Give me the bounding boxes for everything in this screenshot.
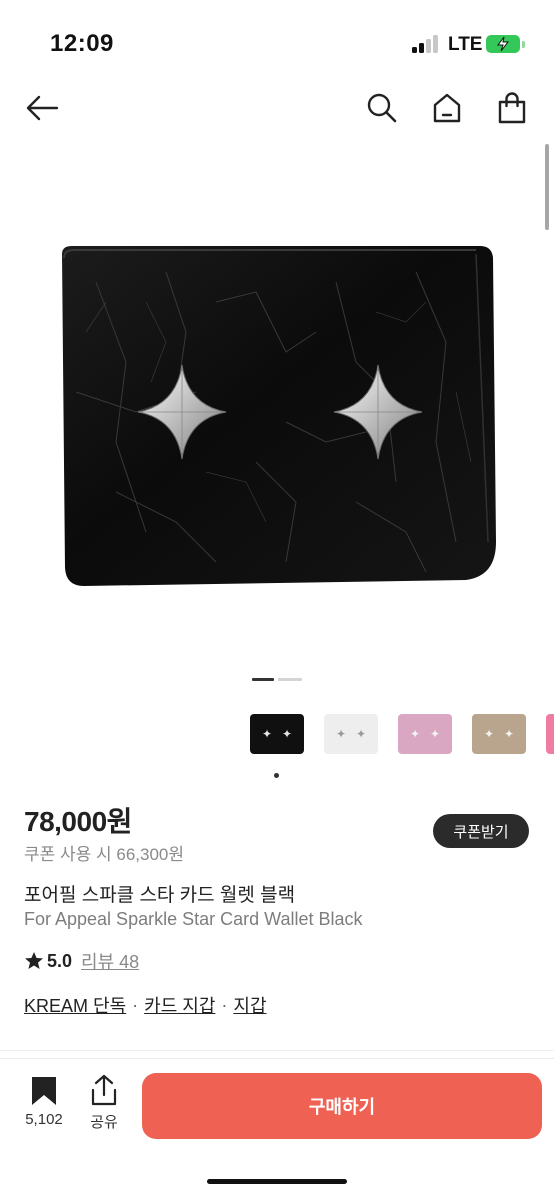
battery-icon bbox=[486, 35, 520, 53]
thumbnail-swatch: ✦ ✦ bbox=[398, 714, 452, 754]
rating-score: 5.0 bbox=[47, 950, 73, 971]
nav-bar bbox=[0, 88, 554, 128]
thumbnail-swatch: ✦ ✦ bbox=[250, 714, 304, 754]
thumbnail-strip[interactable]: ✦ ✦ ✦ ✦ ✦ ✦ ✦ ✦ bbox=[248, 711, 554, 757]
bookmark-icon bbox=[32, 1077, 56, 1105]
bookmark-count: 5,102 bbox=[25, 1111, 63, 1128]
category-link[interactable]: 지갑 bbox=[233, 992, 266, 1018]
share-label: 공유 bbox=[90, 1114, 118, 1131]
thumbnail-pink[interactable]: ✦ ✦ bbox=[396, 711, 454, 757]
signal-icon bbox=[412, 35, 442, 53]
product-title-ko: 포어필 스파클 스타 카드 월렛 블랙 bbox=[24, 885, 296, 906]
category-link[interactable]: 카드 지갑 bbox=[144, 992, 215, 1018]
home-icon bbox=[433, 93, 461, 123]
thumbnail-swatch: ✦ ✦ bbox=[472, 714, 526, 754]
section-divider bbox=[0, 1050, 554, 1051]
selected-thumbnail-dot bbox=[274, 773, 279, 778]
wallet-image bbox=[62, 246, 496, 586]
thumbnail-swatch: ✦ ✦ bbox=[324, 714, 378, 754]
share-icon bbox=[91, 1074, 117, 1106]
product-price: 78,000원 bbox=[24, 806, 132, 837]
rating-row: 5.0 리뷰 48 bbox=[24, 948, 139, 974]
thumbnail-beige[interactable]: ✦ ✦ bbox=[470, 711, 528, 757]
thumbnail-hot-pink[interactable] bbox=[544, 711, 554, 757]
product-title-en: For Appeal Sparkle Star Card Wallet Blac… bbox=[24, 909, 363, 929]
status-time: 12:09 bbox=[50, 30, 114, 57]
share-button[interactable]: 공유 bbox=[76, 1073, 132, 1133]
network-label: LTE bbox=[448, 34, 483, 55]
product-image[interactable] bbox=[56, 242, 498, 588]
coupon-price: 쿠폰 사용 시 66,300원 bbox=[24, 845, 185, 864]
search-button[interactable] bbox=[362, 88, 402, 128]
search-icon bbox=[367, 93, 397, 123]
shopping-bag-icon bbox=[498, 92, 526, 124]
category-separator: · bbox=[132, 994, 139, 1015]
pager-active bbox=[252, 678, 274, 681]
arrow-left-icon bbox=[26, 95, 59, 121]
coupon-button[interactable]: 쿠폰받기 bbox=[433, 814, 529, 848]
charging-bolt-icon bbox=[497, 36, 510, 52]
category-link[interactable]: KREAM 단독 bbox=[24, 992, 126, 1018]
star-icon bbox=[25, 952, 43, 969]
status-bar: 12:09 LTE bbox=[0, 0, 554, 88]
review-link[interactable]: 리뷰 48 bbox=[81, 948, 139, 974]
thumbnail-swatch bbox=[546, 714, 554, 754]
scroll-indicator[interactable] bbox=[545, 144, 549, 230]
back-button[interactable] bbox=[22, 88, 62, 128]
category-breadcrumb: KREAM 단독 · 카드 지갑 · 지갑 bbox=[24, 992, 267, 1018]
home-indicator bbox=[207, 1179, 347, 1184]
buy-button[interactable]: 구매하기 bbox=[142, 1073, 542, 1139]
thumbnail-white[interactable]: ✦ ✦ bbox=[322, 711, 380, 757]
battery-tip bbox=[522, 41, 525, 48]
pager-inactive bbox=[278, 678, 302, 681]
home-button[interactable] bbox=[427, 88, 467, 128]
category-separator: · bbox=[221, 994, 228, 1015]
cart-button[interactable] bbox=[492, 88, 532, 128]
bookmark-button[interactable]: 5,102 bbox=[16, 1073, 72, 1133]
thumbnail-black[interactable]: ✦ ✦ bbox=[248, 711, 306, 757]
